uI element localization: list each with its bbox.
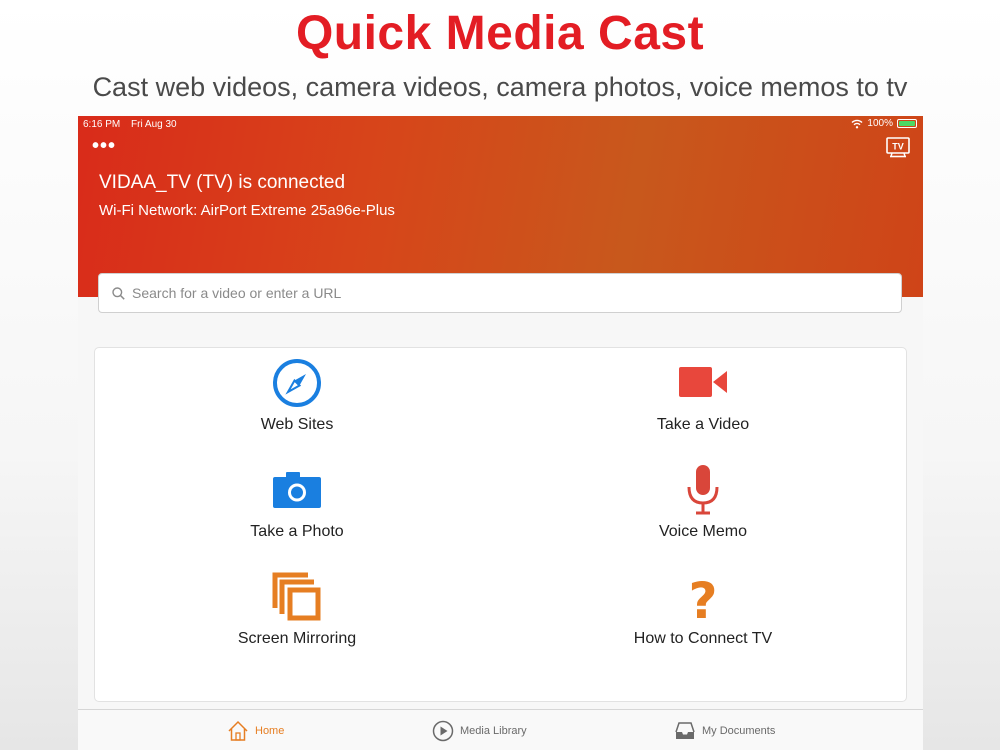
camera-icon: [273, 472, 321, 508]
voice-memo-tile[interactable]: Voice Memo: [553, 465, 853, 565]
web-sites-label: Web Sites: [260, 416, 334, 433]
tab-home-label: Home: [255, 724, 285, 737]
status-bar: 6:16 PM Fri Aug 30 100%: [78, 116, 923, 132]
promo-title: Quick Media Cast: [295, 7, 705, 60]
status-date: Fri Aug 30: [131, 119, 177, 130]
tab-bar: Home Media Library My Documents: [78, 709, 923, 750]
device-screen: 6:16 PM Fri Aug 30 100% ••• TV VIDAA_TV …: [78, 116, 923, 750]
more-dots-icon[interactable]: •••: [92, 136, 116, 156]
wifi-icon: [851, 119, 863, 128]
tab-my-documents-label: My Documents: [702, 724, 776, 737]
screen-mirroring-tile[interactable]: Screen Mirroring: [147, 572, 447, 672]
question-icon: ?: [688, 572, 717, 622]
video-camera-icon: [679, 367, 727, 397]
actions-grid: Web Sites Take a Video Take a Photo Voic…: [94, 347, 907, 702]
mirror-icon: [272, 572, 321, 621]
header: 6:16 PM Fri Aug 30 100% ••• TV VIDAA_TV …: [78, 116, 923, 297]
search-input[interactable]: [132, 285, 872, 301]
take-photo-tile[interactable]: Take a Photo: [147, 465, 447, 565]
tab-home[interactable]: Home: [227, 710, 284, 750]
battery-icon: [897, 119, 917, 128]
how-to-connect-label: How to Connect TV: [633, 630, 773, 647]
take-video-tile[interactable]: Take a Video: [553, 358, 853, 458]
promo-subtitle: Cast web videos, camera videos, camera p…: [92, 72, 908, 102]
how-to-connect-tile[interactable]: ? How to Connect TV: [553, 572, 853, 672]
take-photo-label: Take a Photo: [250, 523, 344, 540]
screen-mirroring-label: Screen Mirroring: [237, 630, 357, 647]
inbox-icon: [675, 721, 695, 739]
tv-button-label: TV: [892, 142, 904, 152]
svg-text:?: ?: [688, 572, 717, 622]
play-icon: [432, 720, 454, 741]
web-sites-tile[interactable]: Web Sites: [147, 358, 447, 458]
battery-percent: 100%: [867, 118, 893, 129]
tab-media-library-label: Media Library: [460, 724, 527, 737]
take-video-label: Take a Video: [656, 416, 750, 433]
home-icon: [228, 720, 248, 741]
search-bar[interactable]: [98, 273, 902, 313]
tab-media-library[interactable]: Media Library: [432, 710, 527, 750]
compass-icon: [273, 359, 321, 407]
search-icon: [112, 286, 125, 300]
connected-status: VIDAA_TV (TV) is connected: [99, 172, 346, 193]
voice-memo-label: Voice Memo: [658, 523, 748, 540]
status-time: 6:16 PM: [83, 119, 121, 130]
network-name: Wi-Fi Network: AirPort Extreme 25a96e-Pl…: [99, 202, 395, 219]
microphone-icon: [687, 465, 719, 515]
tab-my-documents[interactable]: My Documents: [674, 710, 775, 750]
tv-button-icon[interactable]: TV: [886, 137, 910, 158]
